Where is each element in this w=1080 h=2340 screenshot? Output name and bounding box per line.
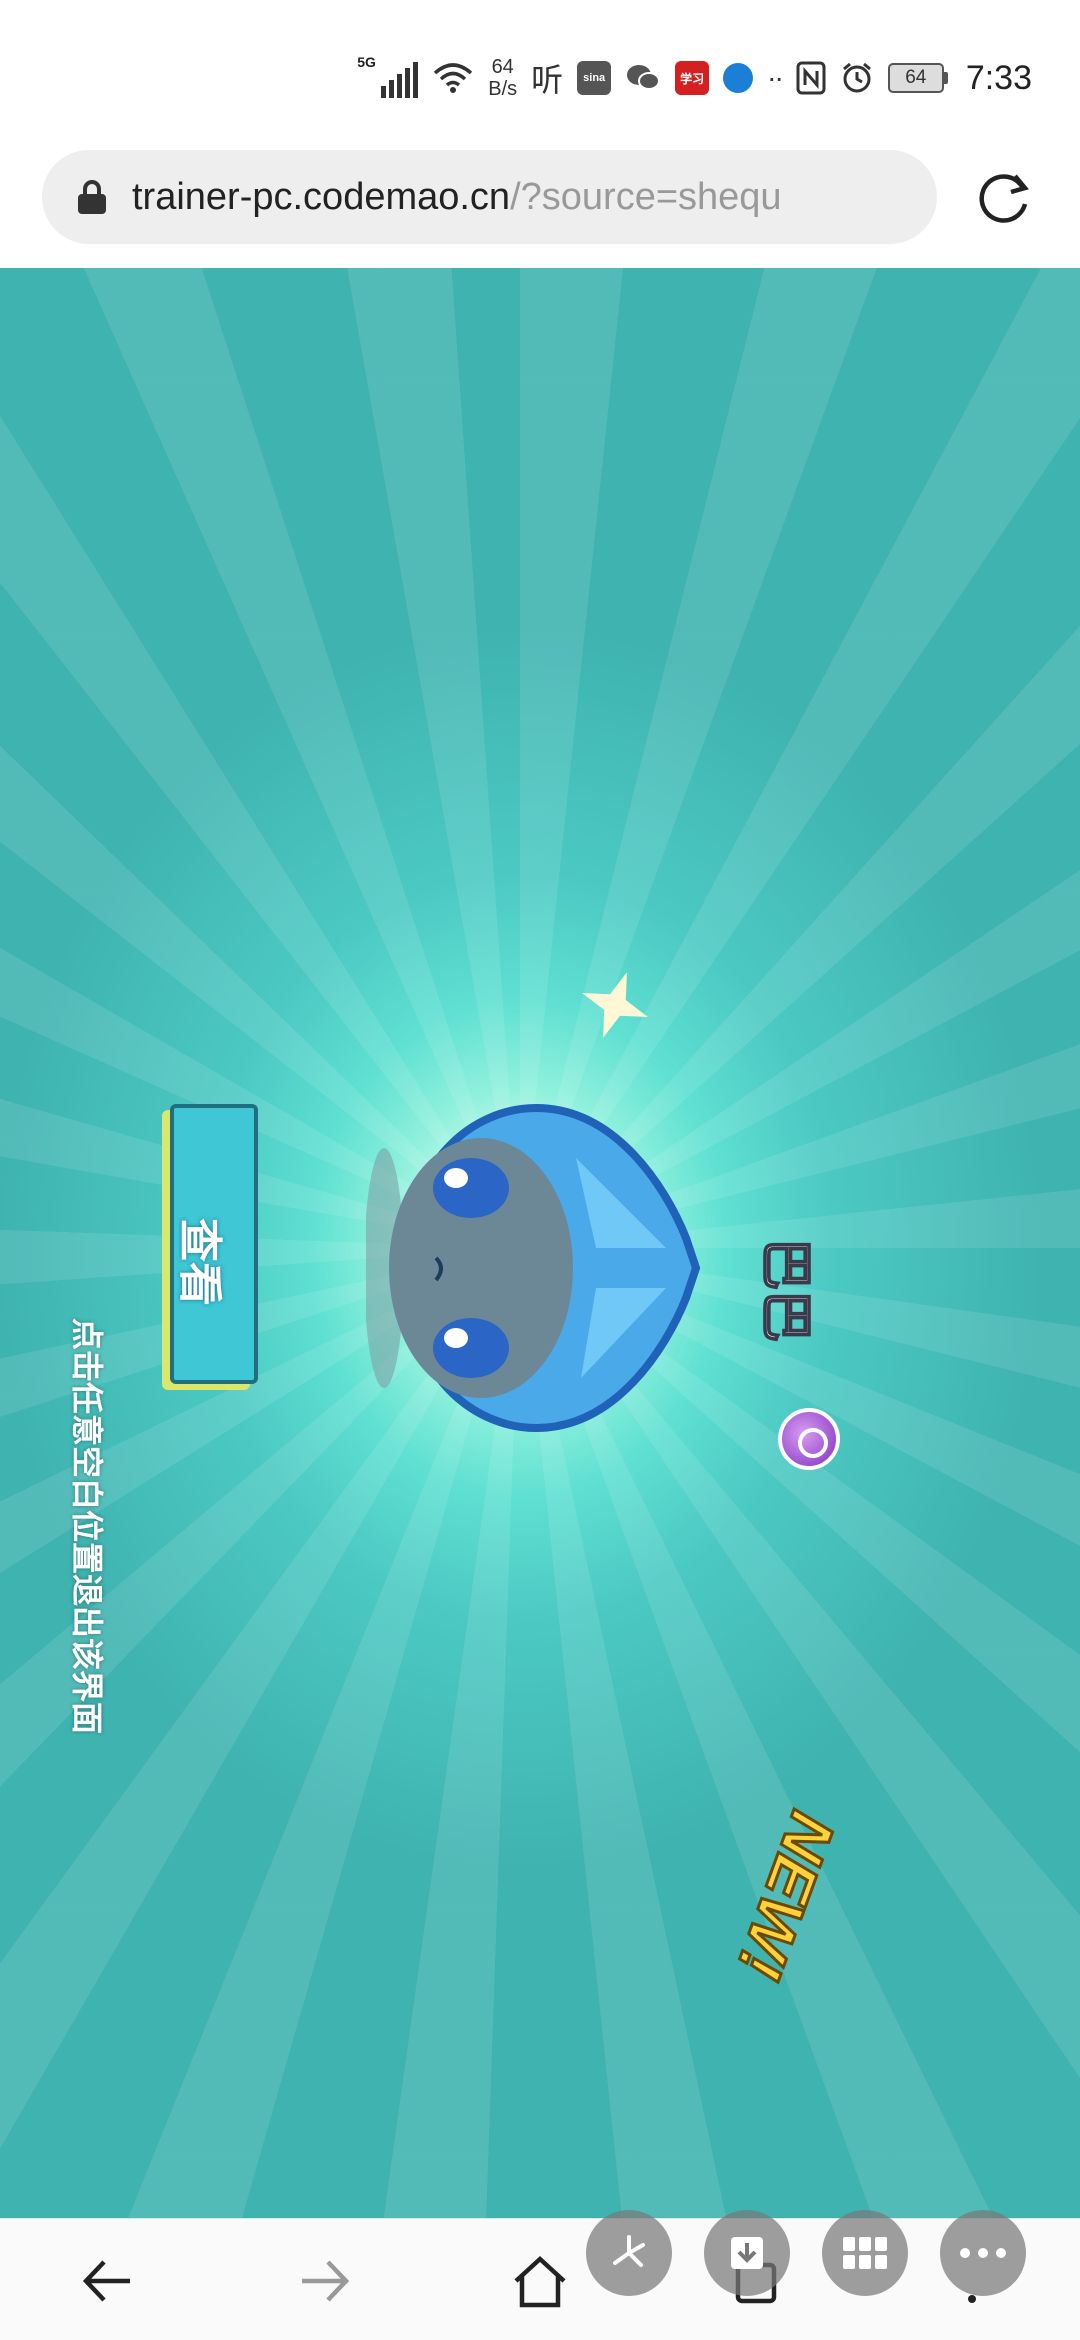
element-badge-icon [778, 1408, 840, 1470]
browser-app-icon [723, 63, 754, 93]
browser-toolbar: trainer-pc.codemao.cn/?source=shequ [0, 150, 1080, 268]
ellipsis-icon[interactable] [940, 2210, 1026, 2296]
nfc-icon [796, 61, 826, 95]
net-speed: 64 B/s [488, 56, 518, 100]
more-dots-icon: ·· [767, 62, 784, 93]
view-button-label: 查看 [175, 1218, 224, 1306]
listen-app-icon: 听 [531, 62, 564, 98]
game-canvas[interactable]: 巴巴 NEW! 查看 点击任意空白位置退出该界面 [0, 268, 1080, 2218]
browser-nav-bar [0, 2218, 1080, 2340]
clock: 7:33 [965, 58, 1032, 97]
exit-hint: 点击任意空白位置退出该界面 [69, 1318, 105, 1735]
home-icon[interactable] [500, 2241, 580, 2321]
battery-icon: 64 [887, 63, 948, 93]
wifi-icon [434, 63, 473, 93]
pinwheel-icon[interactable] [586, 2210, 672, 2296]
url-path: /?source=shequ [510, 175, 782, 218]
download-icon[interactable] [704, 2210, 790, 2296]
status-icons: 5G 64 B/s 听 sina 学习 ·· 64 7:33 [357, 52, 1032, 104]
character-illustration [366, 1103, 701, 1433]
lock-icon [78, 180, 106, 214]
study-app-icon: 学习 [675, 61, 710, 95]
signal-icon: 5G [357, 54, 419, 98]
grid-icon[interactable] [822, 2210, 908, 2296]
reload-icon[interactable] [975, 168, 1033, 226]
view-button[interactable]: 查看 [170, 1104, 258, 1384]
status-bar: 5G 64 B/s 听 sina 学习 ·· 64 7:33 [0, 0, 1080, 150]
url-host: trainer-pc.codemao.cn [132, 175, 511, 218]
wechat-icon [627, 65, 661, 90]
address-bar[interactable]: trainer-pc.codemao.cn/?source=shequ [42, 150, 937, 244]
sina-icon: sina [577, 61, 612, 95]
character-name: 巴巴 [755, 1237, 815, 1343]
alarm-icon [842, 62, 871, 93]
back-icon[interactable] [68, 2241, 148, 2321]
forward-icon[interactable] [284, 2241, 364, 2321]
